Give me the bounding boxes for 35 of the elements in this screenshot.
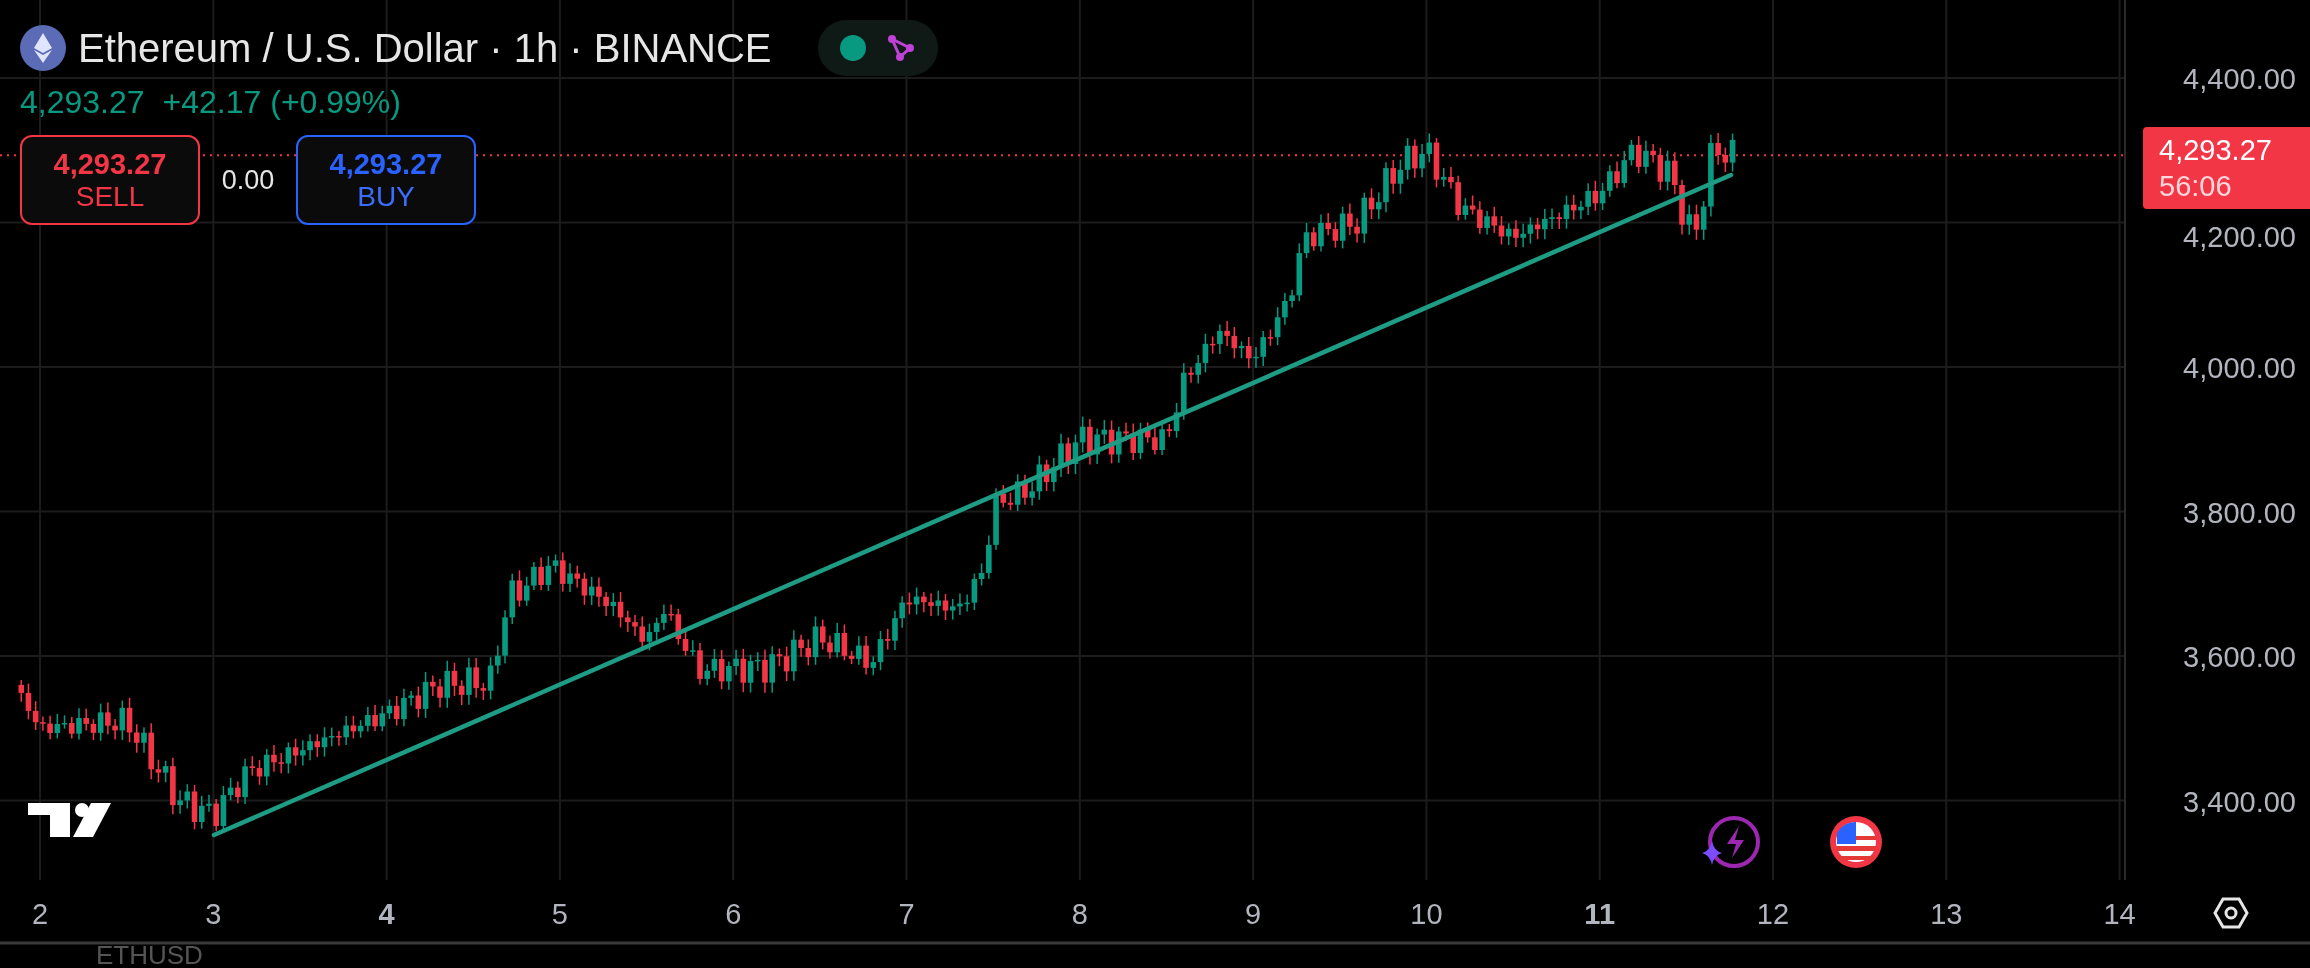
flag-icon[interactable] [1830, 816, 1882, 868]
countdown: 56:06 [2159, 169, 2233, 204]
ethereum-icon [20, 25, 66, 71]
chart-title: Ethereum / U.S. Dollar · 1h · BINANCE [78, 25, 772, 71]
date-label: 3 [205, 898, 222, 930]
date-label: 9 [1245, 898, 1262, 930]
sell-button[interactable]: 4,293.27 SELL [20, 135, 200, 225]
share-icon [885, 33, 916, 63]
price-change: +42.17 (+0.99%) [162, 84, 401, 121]
date-label: 14 [2103, 898, 2136, 930]
price-label: 3,400.00 [2183, 785, 2296, 818]
price-label: 3,800.00 [2183, 496, 2296, 529]
date-label: 10 [1410, 898, 1443, 930]
price-label: 4,400.00 [2183, 63, 2296, 95]
last-price: 4,293.27 [20, 84, 145, 121]
settings-icon[interactable] [2213, 897, 2249, 929]
logo-icon [28, 803, 111, 837]
date-label: 8 [1071, 898, 1088, 930]
date-label: 5 [551, 898, 568, 930]
lightning-icon[interactable] [1702, 816, 1760, 868]
date-label: 12 [1756, 898, 1790, 930]
date-label: 2 [31, 898, 49, 930]
date-label: 7 [898, 898, 915, 930]
date-label: 11 [1584, 898, 1616, 930]
date-label: 13 [1930, 898, 1963, 930]
current-price: 4,293.27 [2159, 133, 2273, 168]
price-label: 4,200.00 [2183, 220, 2296, 253]
date-label: 4 [378, 898, 395, 930]
price-label: 4,000.00 [2183, 352, 2296, 384]
status-pill[interactable] [817, 20, 938, 76]
spread-value: 0.00 [220, 164, 276, 196]
date-label: 6 [725, 898, 742, 930]
price-label: 3,600.00 [2183, 641, 2296, 673]
buy-button[interactable]: 4,293.27 BUY [296, 135, 476, 225]
symbol-label: ETHUSD [96, 940, 203, 968]
